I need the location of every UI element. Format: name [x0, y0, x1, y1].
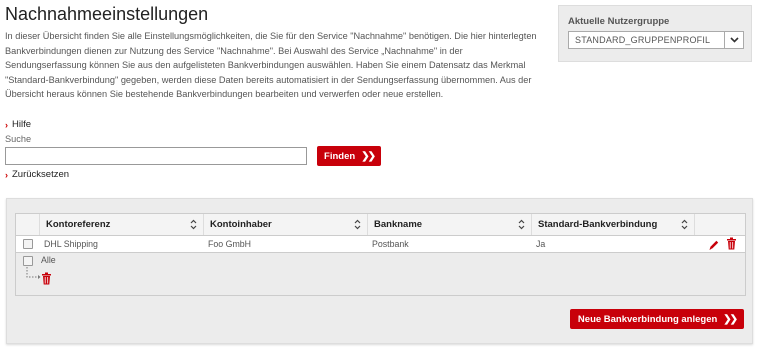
column-header-standard[interactable]: Standard-Bankverbindung: [532, 214, 695, 235]
user-group-value: STANDARD_GRUPPENPROFIL: [575, 35, 711, 45]
cell-kontoreferenz: DHL Shipping: [44, 239, 98, 249]
bank-table: Kontoreferenz Kontoinhaber Bankname Stan…: [15, 213, 746, 296]
column-header-kontoinhaber[interactable]: Kontoinhaber: [204, 214, 368, 235]
bank-table-panel: Kontoreferenz Kontoinhaber Bankname Stan…: [6, 198, 753, 344]
column-header-bankname[interactable]: Bankname: [368, 214, 532, 235]
chevron-right-icon: ›: [5, 169, 8, 180]
column-label: Standard-Bankverbindung: [538, 219, 658, 230]
dropdown-arrow-icon[interactable]: [724, 32, 743, 48]
table-header: Kontoreferenz Kontoinhaber Bankname Stan…: [16, 214, 745, 236]
reset-link-label: Zurücksetzen: [12, 169, 70, 180]
new-bank-connection-button[interactable]: Neue Bankverbindung anlegen ❯❯: [570, 309, 744, 329]
cell-bankname: Postbank: [372, 239, 409, 249]
column-label: Kontoreferenz: [46, 219, 111, 230]
reset-link[interactable]: › Zurücksetzen: [5, 169, 69, 180]
chevron-right-icon: ›: [5, 119, 8, 130]
user-group-panel: Aktuelle Nutzergruppe STANDARD_GRUPPENPR…: [558, 5, 752, 62]
header-actions-col: [695, 214, 745, 235]
search-button-label: Finden: [324, 150, 356, 162]
select-all-area: Alle: [16, 253, 745, 295]
user-group-label: Aktuelle Nutzergruppe: [568, 16, 670, 27]
search-label: Suche: [5, 134, 32, 144]
column-label: Bankname: [374, 219, 423, 230]
column-label: Kontoinhaber: [210, 219, 272, 230]
intro-text: In dieser Übersicht finden Sie alle Eins…: [5, 31, 537, 100]
tree-branch-icon: [26, 267, 42, 286]
column-header-kontoreferenz[interactable]: Kontoreferenz: [40, 214, 204, 235]
page-title: Nachnahmeeinstellungen: [5, 4, 209, 24]
search-input[interactable]: [5, 147, 307, 165]
double-chevron-right-icon: ❯❯: [723, 313, 738, 325]
table-row[interactable]: DHL Shipping Foo GmbH Postbank Ja: [16, 236, 745, 253]
cell-kontoinhaber: Foo GmbH: [208, 239, 252, 249]
row-checkbox[interactable]: [23, 239, 33, 249]
double-chevron-right-icon: ❯❯: [361, 150, 376, 162]
trash-icon[interactable]: [41, 272, 52, 290]
help-link-label: Hilfe: [12, 119, 32, 130]
cell-standard: Ja: [536, 239, 546, 249]
new-bank-connection-label: Neue Bankverbindung anlegen: [577, 313, 718, 325]
header-checkbox-col: [16, 214, 40, 235]
user-group-select[interactable]: STANDARD_GRUPPENPROFIL: [568, 31, 744, 49]
search-button[interactable]: Finden ❯❯: [317, 146, 381, 166]
select-all-label: Alle: [41, 255, 56, 265]
select-all-checkbox[interactable]: [23, 256, 33, 266]
help-link[interactable]: › Hilfe: [5, 119, 31, 130]
